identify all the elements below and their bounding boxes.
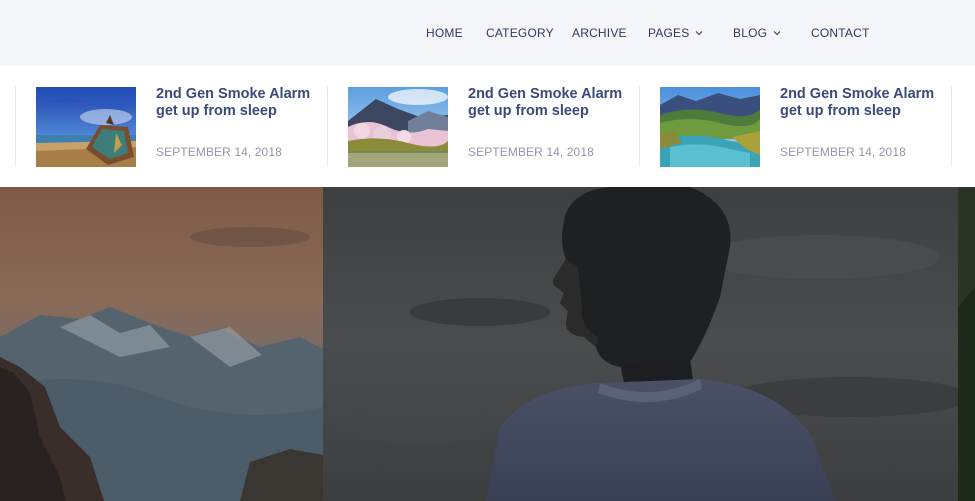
portrait-slide [323, 187, 970, 501]
post-thumbnail[interactable] [36, 87, 136, 167]
blossom-mountain-lake-image [348, 87, 448, 167]
chevron-down-icon [695, 29, 703, 37]
nav-label: HOME [426, 26, 463, 40]
post-thumbnail[interactable] [660, 87, 760, 167]
nav-label: CATEGORY [486, 26, 554, 40]
divider [15, 86, 16, 166]
nav-item-pages[interactable]: PAGES [648, 26, 733, 40]
post-thumbnail[interactable] [348, 87, 448, 167]
nav-item-category[interactable]: CATEGORY [486, 26, 572, 40]
post-title[interactable]: 2nd Gen Smoke Alarm get up from sleep [156, 86, 324, 120]
post-title[interactable]: 2nd Gen Smoke Alarm get up from sleep [468, 86, 636, 120]
main-nav-menu: HOME CATEGORY ARCHIVE PAGES BLOG CONTACT [426, 0, 870, 66]
mountain-slide [0, 187, 323, 501]
hero-slider [0, 187, 975, 501]
post-date: SEPTEMBER 14, 2018 [780, 145, 906, 159]
post-card[interactable]: 2nd Gen Smoke Alarm get up from sleep SE… [348, 86, 638, 167]
nav-label: BLOG [733, 26, 768, 40]
nav-item-archive[interactable]: ARCHIVE [572, 26, 648, 40]
post-title[interactable]: 2nd Gen Smoke Alarm get up from sleep [780, 86, 948, 120]
nav-label: ARCHIVE [572, 26, 627, 40]
mountain-lake-valley-image [660, 87, 760, 167]
post-card[interactable]: 2nd Gen Smoke Alarm get up from sleep SE… [660, 86, 950, 167]
third-slide-edge [958, 187, 975, 501]
divider [327, 86, 328, 166]
divider [639, 86, 640, 166]
chevron-down-icon [773, 29, 781, 37]
top-navbar: HOME CATEGORY ARCHIVE PAGES BLOG CONTACT [0, 0, 975, 66]
post-card[interactable]: 2nd Gen Smoke Alarm get up from sleep SE… [36, 86, 326, 167]
nav-label: CONTACT [811, 26, 870, 40]
nav-item-contact[interactable]: CONTACT [811, 26, 870, 40]
post-date: SEPTEMBER 14, 2018 [156, 145, 282, 159]
nav-item-home[interactable]: HOME [426, 26, 486, 40]
beach-shipwreck-image [36, 87, 136, 167]
post-date: SEPTEMBER 14, 2018 [468, 145, 594, 159]
nav-label: PAGES [648, 26, 690, 40]
nav-item-blog[interactable]: BLOG [733, 26, 811, 40]
divider [951, 86, 952, 166]
recent-posts-carousel: 2nd Gen Smoke Alarm get up from sleep SE… [0, 66, 975, 187]
hero-background-image [0, 187, 975, 501]
